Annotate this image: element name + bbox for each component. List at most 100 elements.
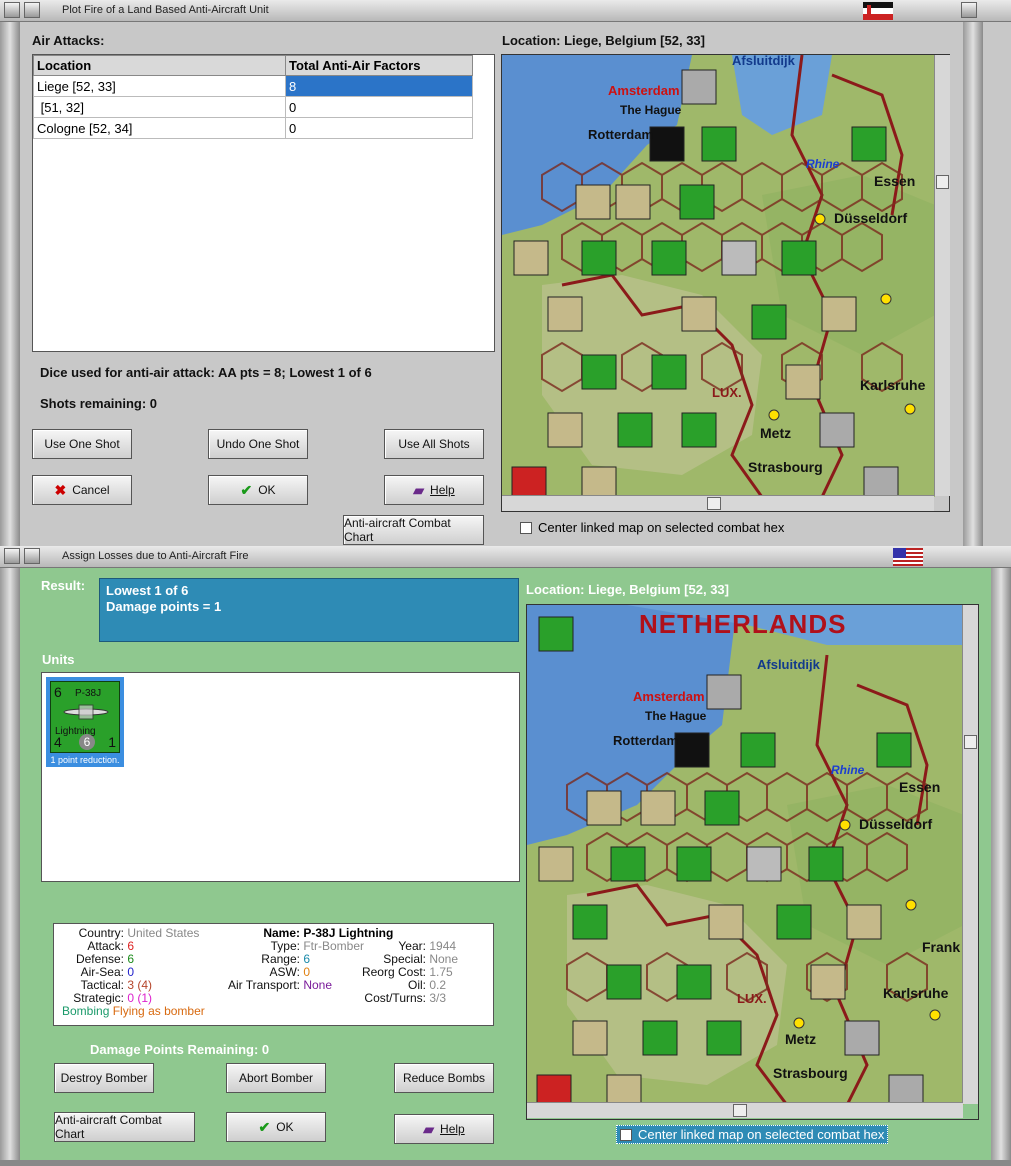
undo-one-shot-button[interactable]: Undo One Shot [208,429,308,459]
usa-flag-icon [893,548,923,566]
scroll-thumb[interactable] [936,175,949,189]
center-map-checkbox[interactable] [520,521,532,534]
cancel-button[interactable]: ✖ Cancel [32,475,132,505]
destroy-bomber-button[interactable]: Destroy Bomber [54,1063,154,1093]
scroll-thumb[interactable] [707,497,721,510]
help-button[interactable]: ▰ Help [394,1114,494,1144]
water-label: Rhine [831,763,865,777]
table-row[interactable]: Liege [52, 33] 8 [33,75,473,97]
country-value: United States [127,926,200,940]
map-vertical-scrollbar[interactable] [934,55,950,496]
assign-losses-window: Assign Losses due to Anti-Aircraft Fire … [0,546,1011,1166]
aa-combat-chart-label: Anti-aircraft Combat Chart [55,1113,162,1141]
damage-remaining: Damage Points Remaining: 0 [90,1042,270,1057]
window-frame-left [0,22,20,546]
unit-counter[interactable]: 6 P-38J Lightning 4 6 1 [50,681,120,753]
close-window-icon[interactable] [961,2,977,18]
window-frame-left [0,568,20,1166]
cell-location[interactable]: Liege [52, 33] [33,75,286,97]
city-label: Metz [760,425,792,441]
center-map-checkbox[interactable] [620,1128,632,1141]
asw-value: 0 [303,965,311,979]
use-all-shots-label: Use All Shots [398,437,470,451]
city-label: Düsseldorf [859,816,933,832]
use-all-shots-button[interactable]: Use All Shots [384,429,484,459]
location-label: Location: Liege, Belgium [52, 33] [502,33,705,48]
map-horizontal-scrollbar[interactable] [502,495,934,511]
ok-label: OK [258,483,276,497]
help-button[interactable]: ▰ Help [384,475,484,505]
oil-value: 0.2 [429,978,447,992]
abort-bomber-button[interactable]: Abort Bomber [226,1063,326,1093]
table-row[interactable]: [51, 32] 0 [33,96,473,118]
city-label: Karlsruhe [883,985,949,1001]
air-attacks-table[interactable]: Location Total Anti-Air Factors Liege [5… [32,54,495,352]
germany-flag-icon [863,2,893,20]
help-label: Help [440,1122,465,1136]
window-icon [4,548,20,564]
city-label: The Hague [620,103,682,117]
use-one-shot-label: Use One Shot [44,437,120,451]
units-label: Units [42,652,75,667]
city-label: Strasbourg [773,1065,848,1081]
city-label: Essen [874,173,916,189]
city-label: Rotterdam [588,127,654,142]
result-label: Result: [41,578,86,593]
column-header-aa-factors[interactable]: Total Anti-Air Factors [285,55,473,76]
city-label: The Hague [645,709,707,723]
table-row[interactable]: Cologne [52, 34] 0 [33,117,473,139]
aa-combat-chart-button[interactable]: Anti-aircraft Combat Chart [54,1112,195,1142]
result-box: Lowest 1 of 6 Damage points = 1 [99,578,519,642]
unit-type: P-38J [75,688,102,699]
map-vertical-scrollbar[interactable] [962,605,978,1104]
minimize-icon[interactable] [24,2,40,18]
shots-remaining: Shots remaining: 0 [40,396,158,411]
center-map-checkbox-row[interactable]: Center linked map on selected combat hex [520,520,784,535]
map-canvas[interactable] [502,55,935,497]
map-view[interactable]: Amsterdam The Hague Rotterdam Afsluitdij… [501,54,950,512]
window-icon [4,2,20,18]
window-title: Plot Fire of a Land Based Anti-Aircraft … [62,4,269,16]
plot-fire-window: Plot Fire of a Land Based Anti-Aircraft … [0,0,1011,546]
bombing-value: Bombing [62,1004,110,1018]
aa-combat-chart-button[interactable]: Anti-aircraft Combat Chart [343,515,484,545]
ok-button[interactable]: ✔ OK [226,1112,326,1142]
dice-text: Dice used for anti-air attack: AA pts = … [40,365,372,380]
water-label: Rhine [806,157,840,171]
cell-location[interactable]: [51, 32] [33,96,286,118]
location-label: Location: Liege, Belgium [52, 33] [526,582,729,597]
attack-value: 6 [127,939,135,953]
minimize-icon[interactable] [24,548,40,564]
reduce-bombs-button[interactable]: Reduce Bombs [394,1063,494,1093]
air-attacks-label: Air Attacks: [32,33,105,48]
units-list[interactable]: 6 P-38J Lightning 4 6 1 1 point reductio… [41,672,520,882]
map-horizontal-scrollbar[interactable] [527,1102,963,1118]
scroll-thumb[interactable] [733,1104,747,1117]
ok-button[interactable]: ✔ OK [208,475,308,505]
city-label: Amsterdam [633,689,705,704]
help-label: Help [430,483,455,497]
cell-aa-factor[interactable]: 0 [285,96,473,118]
airsea-value: 0 [127,965,135,979]
unit-bottom-left: 4 [54,734,62,750]
center-map-checkbox-row[interactable]: Center linked map on selected combat hex [616,1125,889,1144]
result-line-1: Lowest 1 of 6 [106,583,189,598]
cell-aa-factor[interactable]: 0 [285,117,473,139]
water-label: Afsluitdijk [732,54,795,68]
map-canvas[interactable] [527,605,964,1105]
window-frame-right [991,568,1011,1166]
window-title: Assign Losses due to Anti-Aircraft Fire [62,550,249,562]
book-icon: ▰ [423,1120,435,1137]
cell-location[interactable]: Cologne [52, 34] [33,117,286,139]
use-one-shot-button[interactable]: Use One Shot [32,429,132,459]
unit-card-selected[interactable]: 6 P-38J Lightning 4 6 1 1 point reductio… [46,677,124,767]
cell-aa-factor[interactable]: 8 [285,75,473,97]
center-map-label: Center linked map on selected combat hex [638,1127,885,1142]
map-view[interactable]: NETHERLANDS Amsterdam The Hague Rotterda… [526,604,979,1120]
reduce-bombs-label: Reduce Bombs [402,1071,486,1085]
city-label: Karlsruhe [860,377,926,393]
tactical-value: 3 (4) [127,978,153,992]
column-header-location[interactable]: Location [33,55,286,76]
scroll-thumb[interactable] [964,735,977,749]
result-line-2: Damage points = 1 [106,599,222,614]
